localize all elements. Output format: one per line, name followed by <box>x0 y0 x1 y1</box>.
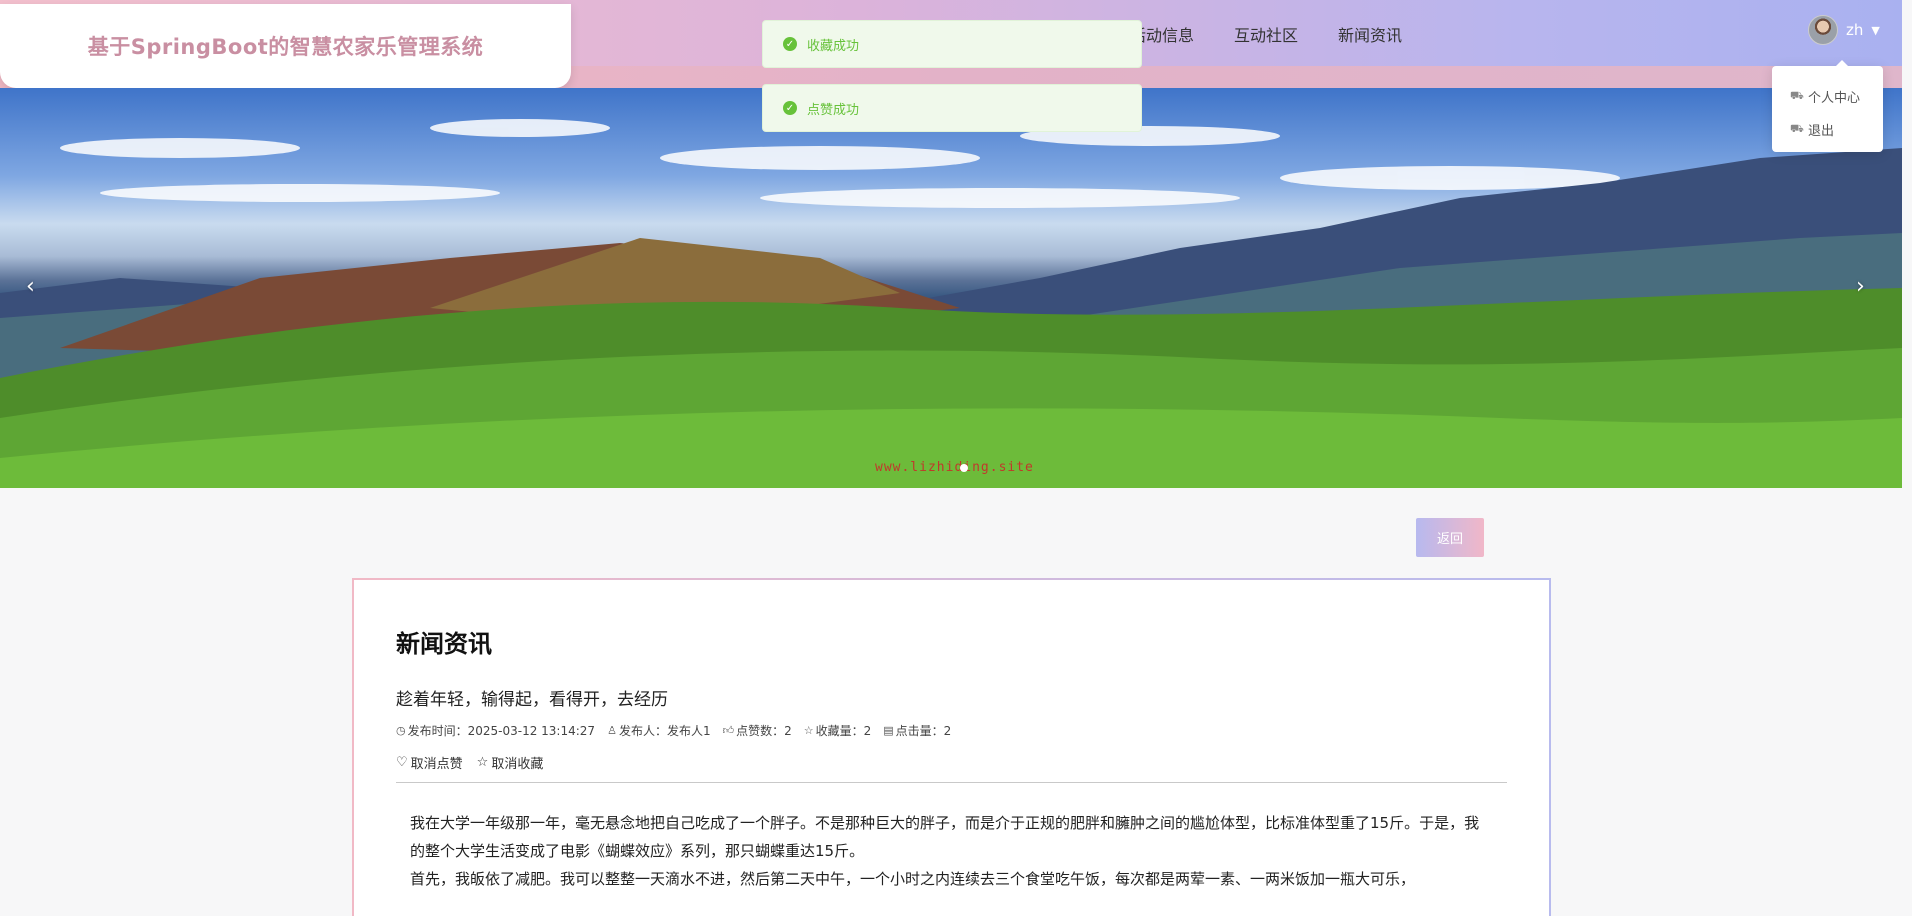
meta-publisher: ♙ 发布人：发布人1 <box>607 722 711 739</box>
unfavorite-button[interactable]: ☆ 取消收藏 <box>477 753 544 772</box>
paragraph: 首先，我皈依了减肥。我可以整整一天滴水不进，然后第二天中午，一个小时之内连续去三… <box>410 870 1416 888</box>
article-card: 新闻资讯 趁着年轻，输得起，看得开，去经历 ◷ 发布时间：2025-03-12 … <box>352 578 1551 916</box>
toast-text: 收藏成功 <box>807 38 860 54</box>
unlike-button[interactable]: ♡ 取消点赞 <box>396 753 463 772</box>
action-label: 取消收藏 <box>491 757 544 772</box>
check-circle-icon: ✓ <box>783 101 797 115</box>
article-title: 趁着年轻，输得起，看得开，去经历 <box>396 690 668 710</box>
heart-icon: ♡ <box>396 755 408 770</box>
section-title: 新闻资讯 <box>396 630 492 658</box>
carousel-dot[interactable] <box>960 464 968 472</box>
carousel-prev-icon[interactable]: ‹ <box>26 274 35 299</box>
toast-notification: ✓ 收藏成功 <box>762 20 1142 68</box>
truck-icon: ⛟ <box>1790 122 1804 135</box>
menu-item-label: 个人中心 <box>1808 91 1861 106</box>
meta-publish-time: ◷ 发布时间：2025-03-12 13:14:27 <box>396 722 595 739</box>
meta-text: 点赞数：2 <box>736 724 792 738</box>
landscape-image <box>0 119 1902 488</box>
meta-text: 收藏量：2 <box>815 724 872 738</box>
toast-notification: ✓ 点赞成功 <box>762 84 1142 132</box>
meta-favorites: ☆ 收藏量：2 <box>804 722 872 739</box>
meta-text: 发布人：发布人1 <box>618 724 711 738</box>
meta-text: 点击量：2 <box>895 724 952 738</box>
back-button[interactable]: 返回 <box>1416 518 1484 557</box>
clock-icon: ◷ <box>396 724 406 737</box>
menu-item-label: 退出 <box>1808 124 1835 139</box>
toast-text: 点赞成功 <box>807 102 860 118</box>
action-label: 取消点赞 <box>410 757 463 772</box>
star-icon: ☆ <box>803 724 814 737</box>
nav-item-community[interactable]: 互动社区 <box>1234 22 1298 46</box>
check-circle-icon: ✓ <box>783 37 797 51</box>
user-dropdown-menu: ⛟ 个人中心 ⛟ 退出 <box>1772 60 1883 152</box>
menu-item-logout[interactable]: ⛟ 退出 <box>1790 113 1883 146</box>
carousel-next-icon[interactable]: › <box>1856 274 1865 299</box>
brand-card: 基于SpringBoot的智慧农家乐管理系统 <box>0 4 571 88</box>
menu-item-personal-center[interactable]: ⛟ 个人中心 <box>1790 80 1883 113</box>
truck-icon: ⛟ <box>1790 89 1804 102</box>
meta-likes: 👍︎ 点赞数：2 <box>723 722 792 739</box>
user-icon: ♙ <box>607 724 617 737</box>
star-icon: ☆ <box>476 755 489 770</box>
nav-item-news[interactable]: 新闻资讯 <box>1338 22 1402 46</box>
avatar[interactable] <box>1808 15 1838 45</box>
document-icon: ▤ <box>883 724 894 737</box>
hero-carousel[interactable]: ‹ › www.lizhiding.site <box>0 88 1902 488</box>
carousel-indicators <box>960 464 968 472</box>
username[interactable]: zh <box>1846 21 1863 39</box>
caret-down-icon[interactable]: ▼ <box>1871 24 1879 37</box>
article-content: 我在大学一年级那一年，毫无悬念地把自己吃成了一个胖子。不是那种巨大的胖子，而是介… <box>396 783 1507 893</box>
paragraph: 我在大学一年级那一年，毫无悬念地把自己吃成了一个胖子。不是那种巨大的胖子，而是介… <box>410 814 1480 860</box>
user-menu-trigger[interactable]: zh ▼ <box>1808 15 1880 45</box>
meta-text: 发布时间：2025-03-12 13:14:27 <box>407 724 596 738</box>
thumb-up-icon: 👍︎ <box>722 724 735 737</box>
article-actions: ♡ 取消点赞 ☆ 取消收藏 <box>396 753 1507 783</box>
watermark: www.lizhiding.site <box>875 460 1034 475</box>
main-nav: 活动信息 互动社区 新闻资讯 <box>1130 22 1402 46</box>
meta-clicks: ▤ 点击量：2 <box>883 722 951 739</box>
brand-title: 基于SpringBoot的智慧农家乐管理系统 <box>87 35 484 59</box>
article-meta: ◷ 发布时间：2025-03-12 13:14:27 ♙ 发布人：发布人1 👍︎… <box>396 722 1507 739</box>
